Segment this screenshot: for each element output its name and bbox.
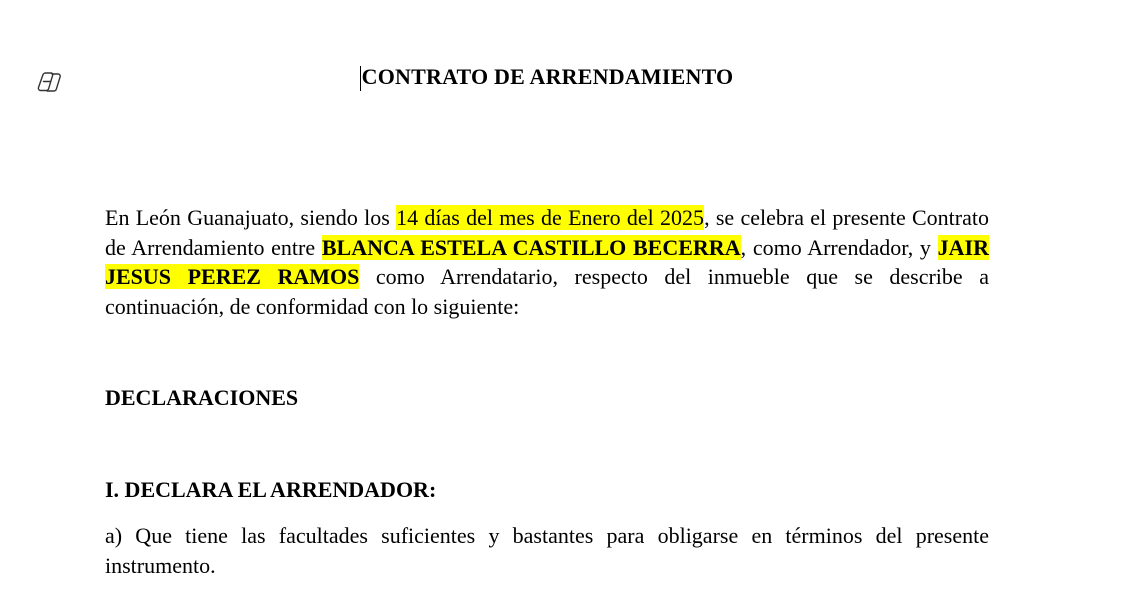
- contract-date-highlight: 14 días del mes de Enero del 2025: [396, 205, 705, 230]
- clause-a-paragraph: a) Que tiene las facultades suficientes …: [105, 523, 989, 578]
- intro-paragraph: En León Guanajuato, siendo los 14 días d…: [105, 203, 989, 322]
- lessor-name-highlight: BLANCA ESTELA CASTILLO BECERRA: [321, 234, 741, 260]
- document-title: CONTRATO DE ARRENDAMIENTO: [359, 64, 734, 91]
- intro-text-3: , como Arrendador, y: [740, 234, 938, 260]
- text-cursor: [359, 66, 361, 91]
- title-row: CONTRATO DE ARRENDAMIENTO: [105, 64, 989, 91]
- copilot-icon[interactable]: [36, 70, 62, 94]
- section-heading-declaraciones: DECLARACIONES: [105, 385, 299, 410]
- document-title-text: CONTRATO DE ARRENDAMIENTO: [361, 64, 734, 89]
- subsection-heading-arrendador: I. DECLARA EL ARRENDADOR:: [105, 477, 437, 502]
- intro-text-1: En León Guanajuato, siendo los: [105, 205, 397, 230]
